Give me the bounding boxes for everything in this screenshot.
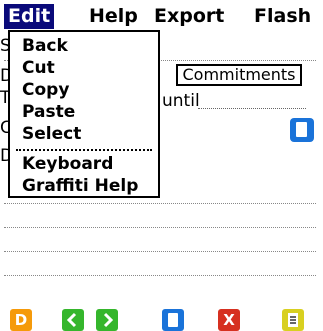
until-field[interactable] [198, 108, 306, 109]
new-note-icon[interactable] [162, 309, 184, 331]
menu-item-select[interactable]: Select [22, 124, 81, 144]
dotted-line [4, 203, 316, 204]
menu-item-graffiti-help[interactable]: Graffiti Help [22, 176, 138, 196]
back-arrow-icon[interactable] [62, 309, 84, 331]
menu-edit[interactable]: Edit [4, 4, 55, 29]
menu-help[interactable]: Help [85, 4, 142, 29]
menu-bar: Edit Help Export Flash [0, 0, 323, 33]
background-letter: D [0, 66, 8, 86]
menu-item-back[interactable]: Back [22, 36, 68, 56]
menu-flash[interactable]: Flash [250, 4, 315, 29]
edit-menu-dropdown: Back Cut Copy Paste Select Keyboard Graf… [8, 30, 160, 198]
dotted-line [4, 251, 316, 252]
commitments-selector[interactable]: Commitments [176, 64, 302, 86]
background-letter: S [0, 36, 8, 56]
background-letter: C [0, 118, 8, 138]
background-letter: D [0, 146, 8, 166]
forward-arrow-icon[interactable] [96, 309, 118, 331]
bottom-toolbar: D X [0, 297, 323, 331]
menu-item-cut[interactable]: Cut [22, 58, 55, 78]
dotted-line [4, 275, 316, 276]
menu-item-keyboard[interactable]: Keyboard [22, 154, 113, 174]
delete-icon[interactable]: X [218, 309, 240, 331]
menu-item-paste[interactable]: Paste [22, 102, 75, 122]
until-label: until [162, 91, 200, 111]
d-icon[interactable]: D [10, 309, 32, 331]
background-letter: T [0, 88, 8, 108]
menu-item-copy[interactable]: Copy [22, 80, 69, 100]
menu-separator [16, 149, 152, 151]
note-icon[interactable] [290, 118, 314, 142]
menu-export[interactable]: Export [150, 4, 228, 29]
dotted-line [4, 227, 316, 228]
memo-icon[interactable] [282, 309, 304, 331]
